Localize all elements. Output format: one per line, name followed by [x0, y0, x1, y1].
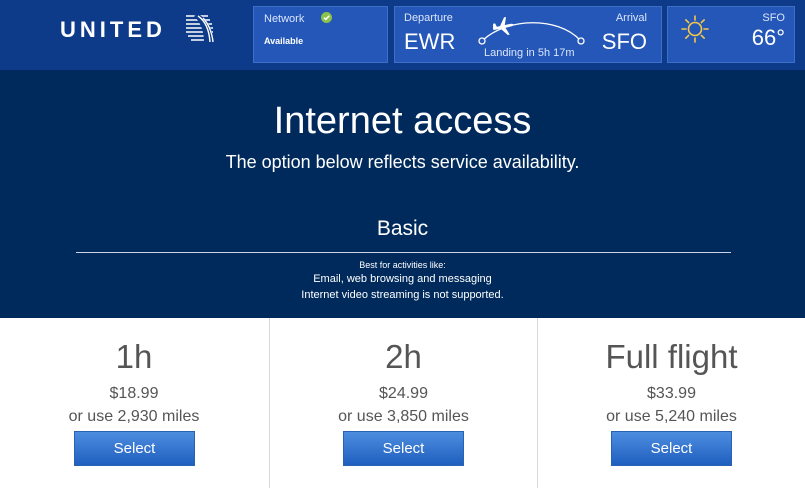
- network-status: Available: [264, 36, 304, 46]
- sun-icon: [681, 15, 709, 43]
- departure-label: Departure: [404, 12, 453, 24]
- page-subtitle: The option below reflects service availa…: [225, 152, 580, 172]
- weather-panel: SFO 66°: [667, 6, 795, 63]
- plan-price: $33.99: [647, 385, 696, 402]
- weather-city: SFO: [762, 12, 785, 24]
- arrival-label: Arrival: [615, 12, 647, 24]
- arrival-code: SFO: [601, 29, 647, 54]
- united-logo[interactable]: UNITED: [58, 12, 223, 46]
- select-full-flight-button[interactable]: Select: [611, 431, 732, 466]
- plan-card: 1h $18.99 or use 2,930 miles Select: [0, 318, 268, 488]
- tier-name: Basic: [376, 217, 429, 240]
- tier-note: Internet video streaming is not supporte…: [301, 289, 504, 301]
- select-1h-button[interactable]: Select: [74, 431, 195, 466]
- plan-card: Full flight $33.99 or use 5,240 miles Se…: [537, 318, 805, 488]
- logo-wordmark: UNITED: [60, 17, 166, 42]
- check-circle-icon: [321, 12, 332, 23]
- network-panel: Network Available: [253, 6, 388, 63]
- plan-list: 1h $18.99 or use 2,930 miles Select 2h $…: [0, 318, 805, 488]
- tier-best-for: Best for activities like:: [359, 260, 446, 270]
- flight-panel: Departure EWR Landing in 5h 17m Arrival …: [394, 6, 662, 63]
- plan-duration: 1h: [115, 338, 153, 375]
- flight-route-icon: [478, 16, 585, 45]
- tier-divider: [76, 252, 731, 253]
- plan-price: $18.99: [109, 385, 159, 402]
- page-title: Internet access: [273, 100, 532, 142]
- plan-miles: or use 5,240 miles: [606, 408, 737, 425]
- network-label: Network: [264, 13, 305, 25]
- weather-temperature: 66°: [751, 25, 785, 50]
- plan-card: 2h $24.99 or use 3,850 miles Select: [269, 318, 537, 488]
- departure-code: EWR: [404, 29, 456, 54]
- select-2h-button[interactable]: Select: [343, 431, 464, 466]
- internet-access-hero: Internet access The option below reflect…: [0, 70, 805, 318]
- plan-miles: or use 2,930 miles: [68, 408, 200, 425]
- globe-icon: [186, 14, 214, 43]
- top-bar: UNITED Network Available Departure EWR L…: [0, 0, 805, 70]
- plan-duration: Full flight: [605, 338, 738, 375]
- plan-price: $24.99: [379, 385, 428, 402]
- tier-activities: Email, web browsing and messaging: [313, 273, 492, 285]
- plan-duration: 2h: [385, 338, 422, 375]
- landing-time: Landing in 5h 17m: [484, 47, 575, 59]
- plan-miles: or use 3,850 miles: [338, 408, 469, 425]
